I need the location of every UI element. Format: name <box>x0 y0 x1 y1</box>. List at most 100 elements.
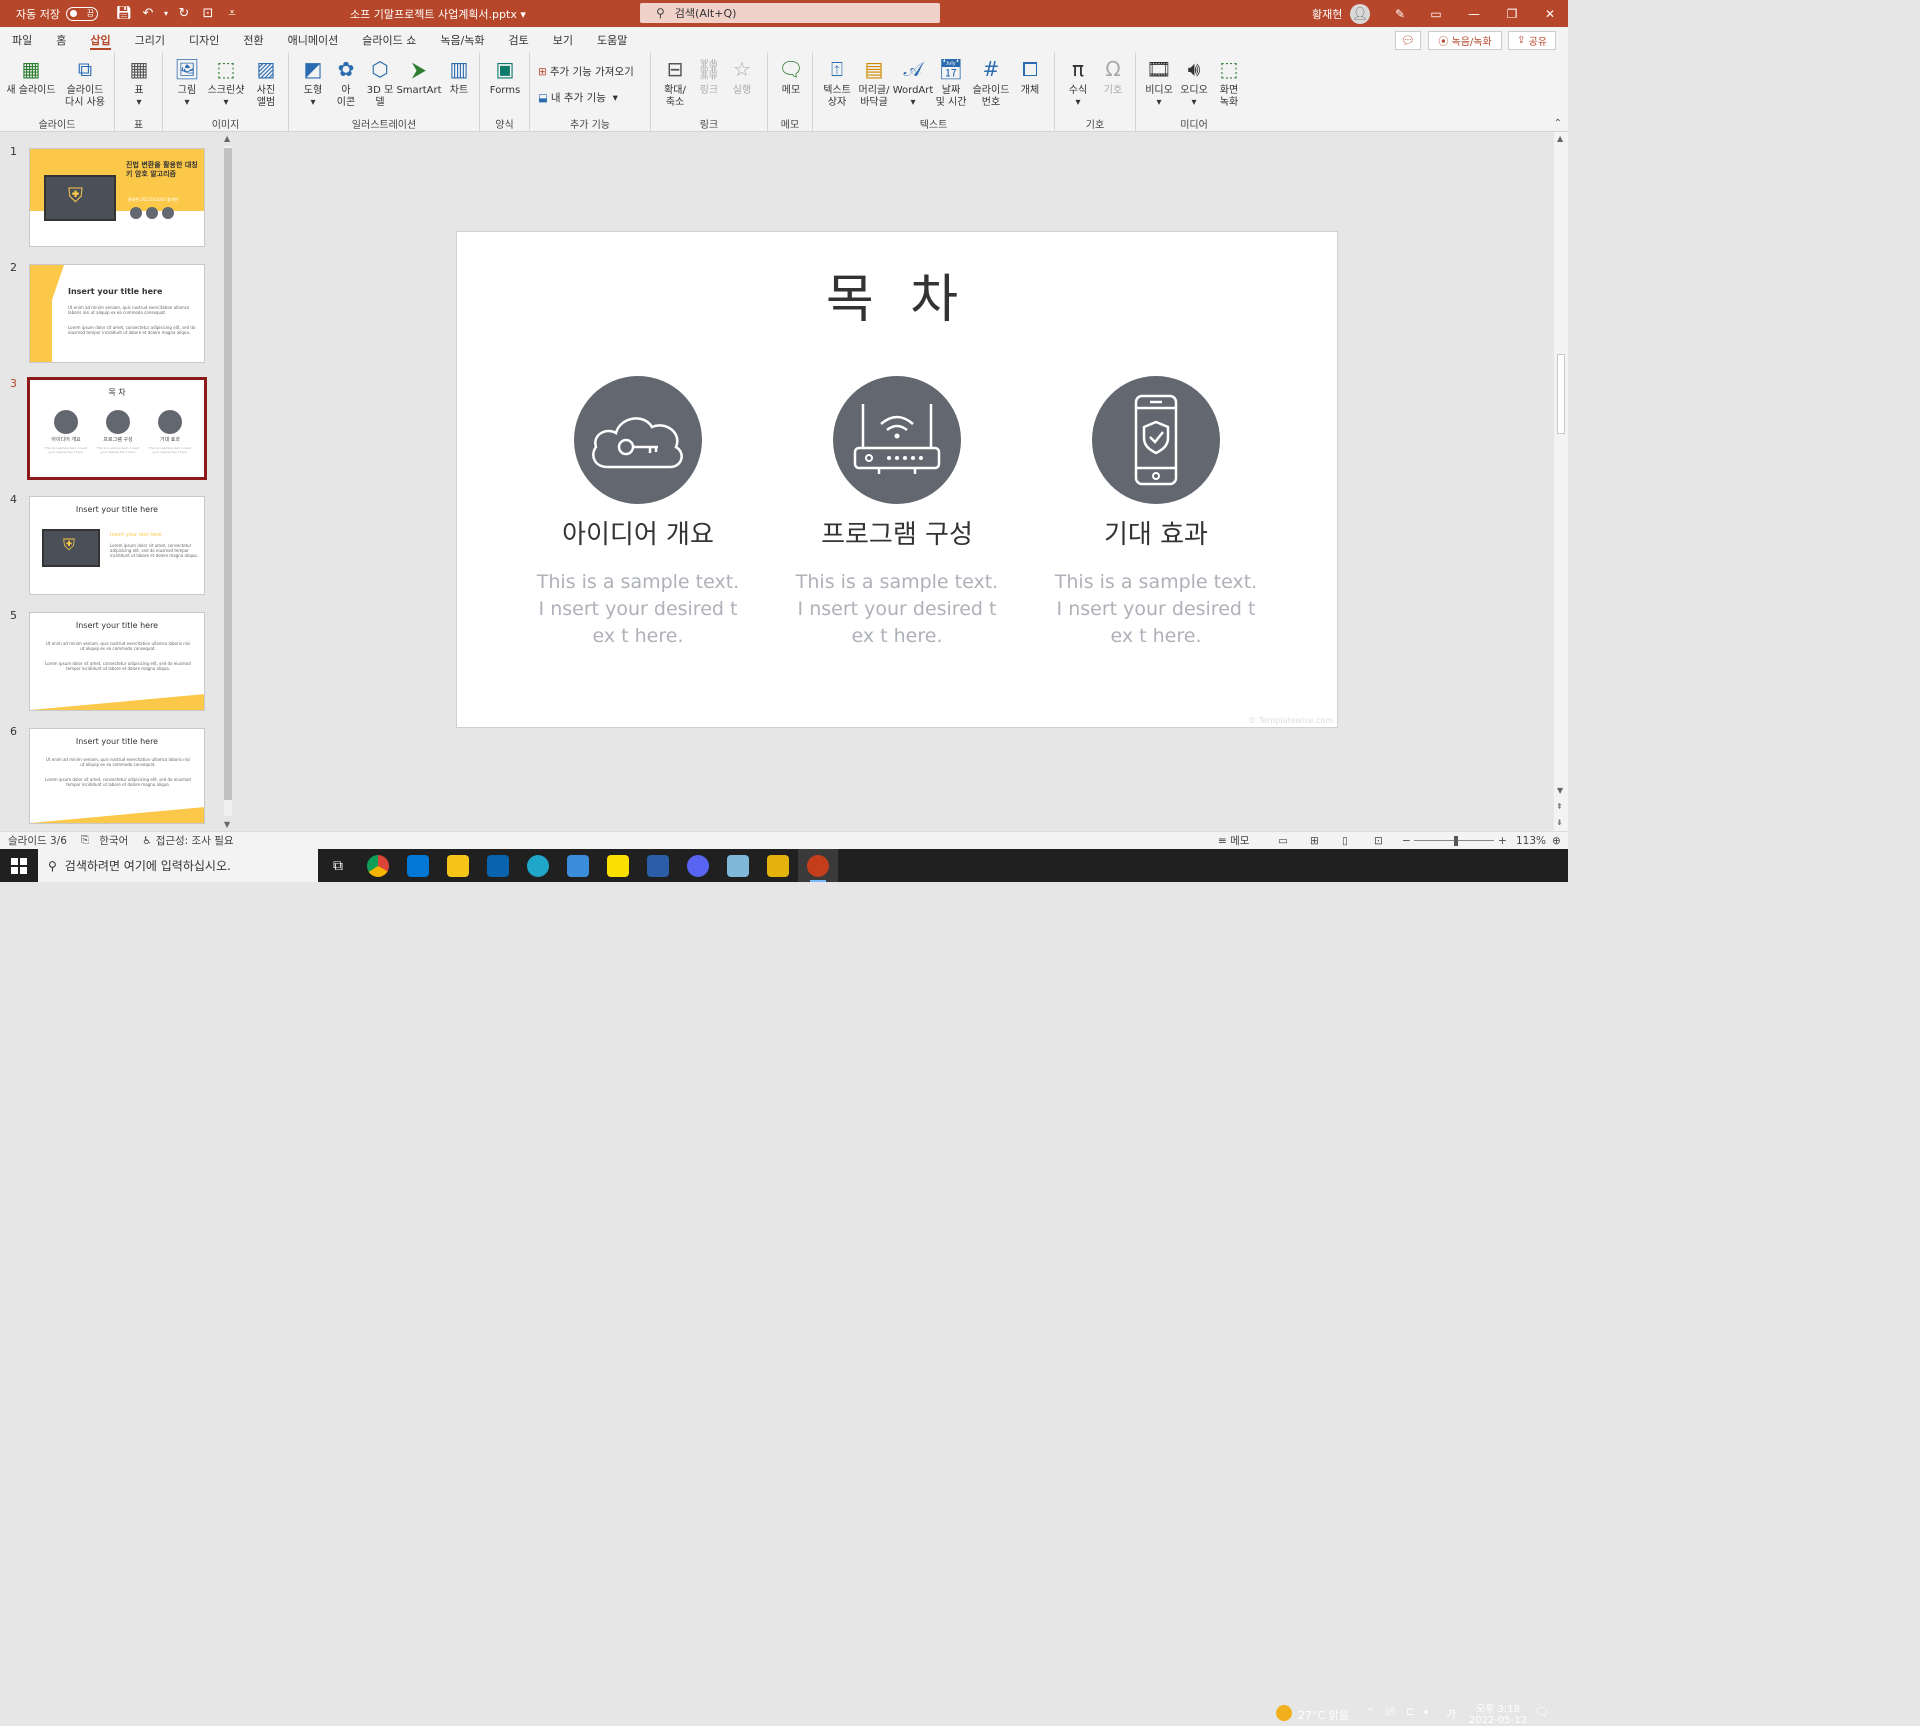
taskbar-search[interactable]: ⚲ 검색하려면 여기에 입력하십시오. <box>38 849 318 882</box>
wordart-button[interactable]: 𝒜 WordArt ▾ <box>893 56 934 109</box>
normal-view-icon[interactable]: ▭ <box>1278 835 1288 847</box>
search-box[interactable]: ⚲ 검색(Alt+Q) <box>640 3 940 23</box>
restore-button[interactable]: ❐ <box>1494 0 1530 27</box>
zoom-level[interactable]: 113% <box>1516 835 1546 847</box>
screenshot-button[interactable]: ⬚ 스크린샷 ▾ <box>203 56 249 109</box>
toc-item-2[interactable]: 프로그램 구성 This is a sample text. I nsert y… <box>787 376 1007 650</box>
autosave-toggle[interactable]: 끔 <box>65 6 98 21</box>
tab-record[interactable]: 녹음/녹화 <box>428 27 496 52</box>
editor-icon[interactable] <box>638 849 678 882</box>
slideshow-icon[interactable]: ⊡ <box>1374 835 1383 847</box>
windows-start-button[interactable] <box>0 849 38 882</box>
zoom-in-button[interactable]: + <box>1498 835 1507 847</box>
slide-number-button[interactable]: # 슬라이드 번호 <box>969 56 1013 109</box>
fit-slide-icon[interactable]: ⊕ <box>1552 835 1561 847</box>
tab-help[interactable]: 도움말 <box>585 27 639 52</box>
weather-text[interactable]: 27°C 맑음 <box>1298 1707 1349 1723</box>
photo-album-button[interactable]: ▨ 사진 앨범 <box>247 56 285 109</box>
current-slide[interactable]: 목 차 아이디어 개요 This is a sample text. I nse… <box>456 231 1338 728</box>
tab-view[interactable]: 보기 <box>541 27 585 52</box>
screen-recording-button[interactable]: ⬚ 화면 녹화 <box>1212 56 1246 109</box>
header-footer-button[interactable]: ▤ 머리글/ 바닥글 <box>855 56 893 109</box>
shapes-button[interactable]: ◩ 도형 ▾ <box>295 56 331 109</box>
action-button[interactable]: ☆ 실행 <box>727 56 757 97</box>
slide-scrollbar[interactable]: ▲ ▼ ⇞ ⇟ <box>1554 132 1568 831</box>
user-name[interactable]: 황재현 <box>1312 6 1342 22</box>
clock[interactable]: 오후 3:18 2022-05-12 <box>1466 1700 1530 1726</box>
tab-draw[interactable]: 그리기 <box>123 27 177 52</box>
volume-icon[interactable]: 🔈︎ <box>1424 1705 1431 1719</box>
smartart-button[interactable]: ⮞ SmartArt <box>396 56 441 97</box>
network-icon[interactable]: ⊏ <box>1406 1705 1415 1718</box>
share-button[interactable]: ⇪ 공유 <box>1508 31 1556 50</box>
ribbon-display-icon[interactable]: ▭ <box>1418 0 1454 27</box>
tab-file[interactable]: 파일 <box>0 27 44 52</box>
get-addins-button[interactable]: ⊞ 추가 기능 가져오기 <box>538 64 634 79</box>
forms-button[interactable]: ▣ Forms <box>488 56 522 97</box>
edge-icon[interactable] <box>518 849 558 882</box>
my-addins-button[interactable]: ⬓ 내 추가 기능 ▾ <box>538 90 618 105</box>
document-title[interactable]: 소프 기말프로젝트 사업계획서.pptx ▾ <box>350 6 526 22</box>
reuse-slide-button[interactable]: ⧉ 슬라이드 다시 사용 <box>58 56 112 109</box>
link-button[interactable]: ⛓︎ 링크 <box>695 56 723 97</box>
pictures-button[interactable]: 🖼︎ 그림 ▾ <box>169 56 205 109</box>
tab-slideshow[interactable]: 슬라이드 쇼 <box>350 27 428 52</box>
textbox-button[interactable]: ⍐ 텍스트 상자 <box>819 56 855 109</box>
zoom-out-button[interactable]: − <box>1402 835 1411 847</box>
equation-button[interactable]: π 수식 ▾ <box>1063 56 1093 109</box>
slide-thumbnail-2[interactable]: Insert your title here Ut enim ad minim … <box>29 264 205 363</box>
slide-thumbnail-3[interactable]: 목 차 아이디어 개요 프로그램 구성 기대 효과 This is a samp… <box>27 377 207 480</box>
tab-home[interactable]: 홈 <box>44 27 78 52</box>
spellcheck-icon[interactable]: ⎘ <box>81 834 89 847</box>
tab-transitions[interactable]: 전환 <box>231 27 275 52</box>
university-icon[interactable] <box>758 849 798 882</box>
file-explorer-icon[interactable] <box>438 849 478 882</box>
avatar[interactable]: 👤︎ <box>1350 4 1370 24</box>
pen-icon[interactable]: ✎ <box>1382 0 1418 27</box>
close-button[interactable]: ✕ <box>1532 0 1568 27</box>
minimize-button[interactable]: — <box>1456 0 1492 27</box>
symbol-button[interactable]: Ω 기호 <box>1099 56 1127 97</box>
record-button[interactable]: ⦿ 녹음/녹화 <box>1428 31 1502 50</box>
notepad-icon[interactable] <box>718 849 758 882</box>
next-slide-icon[interactable]: ⇟ <box>1556 818 1563 827</box>
tray-chevron-icon[interactable]: ⌃ <box>1366 1706 1375 1719</box>
undo-icon[interactable]: ↶ <box>136 3 160 25</box>
undo-dropdown-icon[interactable]: ▾ <box>160 3 172 25</box>
previous-slide-icon[interactable]: ⇞ <box>1556 802 1563 811</box>
slide-thumbnail-6[interactable]: Insert your title here Ut enim ad minim … <box>29 728 205 824</box>
mail-icon[interactable] <box>478 849 518 882</box>
start-from-beginning-icon[interactable]: ⊡ <box>196 3 220 25</box>
comments-button[interactable]: 💬︎ <box>1395 31 1421 50</box>
tab-review[interactable]: 검토 <box>497 27 541 52</box>
icons-button[interactable]: ✿ 아 이콘 <box>331 56 361 109</box>
slide-title[interactable]: 목 차 <box>457 257 1337 332</box>
slide-thumbnail-5[interactable]: Insert your title here Ut enim ad minim … <box>29 612 205 711</box>
task-view-icon[interactable]: ⧉ <box>318 849 358 882</box>
kakao-icon[interactable] <box>598 849 638 882</box>
table-button[interactable]: ▦ 표 ▾ <box>123 56 155 109</box>
comment-button[interactable]: 🗨︎ 메모 <box>776 56 806 97</box>
discord-icon[interactable] <box>678 849 718 882</box>
notes-button[interactable]: ≡ 메모 <box>1218 833 1249 848</box>
toc-item-3[interactable]: 기대 효과 This is a sample text. I nsert you… <box>1046 376 1266 650</box>
reading-view-icon[interactable]: ▯ <box>1342 835 1348 847</box>
3d-models-button[interactable]: ⬡ 3D 모 델 <box>363 56 397 109</box>
chrome-icon[interactable] <box>358 849 398 882</box>
chart-button[interactable]: ▥ 차트 <box>443 56 475 97</box>
powerpoint-icon[interactable] <box>798 849 838 882</box>
save-icon[interactable]: 💾︎ <box>112 3 136 25</box>
store-icon[interactable] <box>398 849 438 882</box>
video-button[interactable]: 🎞︎ 비디오 ▾ <box>1142 56 1176 109</box>
notification-icon[interactable]: 🗨︎ <box>1534 1705 1549 1719</box>
thumbnail-scrollbar[interactable]: ▲ ▼ <box>222 134 234 829</box>
slide-thumbnail-4[interactable]: Insert your title here ⛨ Insert your tex… <box>29 496 205 595</box>
meet-icon[interactable]: ⎚ <box>1386 1705 1395 1719</box>
zoom-slider-thumb[interactable] <box>1454 836 1458 846</box>
tab-insert[interactable]: 삽입 <box>78 27 122 52</box>
customize-toolbar-icon[interactable]: ⩡ <box>220 3 244 25</box>
language-indicator[interactable]: 한국어 <box>99 833 128 848</box>
redo-icon[interactable]: ↻ <box>172 3 196 25</box>
tab-animations[interactable]: 애니메이션 <box>276 27 351 52</box>
audio-button[interactable]: 🔊︎ 오디오 ▾ <box>1178 56 1210 109</box>
